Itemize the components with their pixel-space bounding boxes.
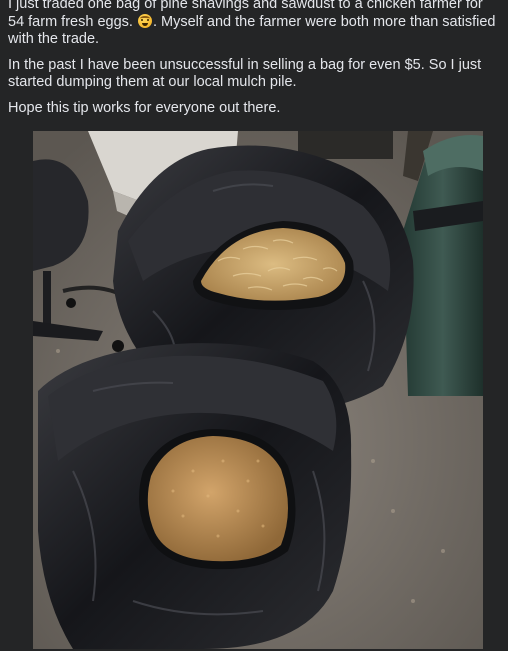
facebook-post: I just traded one bag of pine shavings a… [0,0,508,651]
post-paragraph-2: In the past I have been unsuccessful in … [8,56,482,91]
top-shelf-object [298,131,393,159]
post-paragraph-3: Hope this tip works for everyone out the… [8,99,281,116]
sawdust-pile [147,436,288,562]
photo-bags-of-shavings [33,131,483,649]
grimacing-face-emoji-icon [137,13,152,28]
post-body-text: I just traded one bag of pine shavings a… [8,0,502,125]
post-photo[interactable] [33,131,483,649]
post-paragraph-1: I just traded one bag of pine shavings a… [8,0,502,49]
